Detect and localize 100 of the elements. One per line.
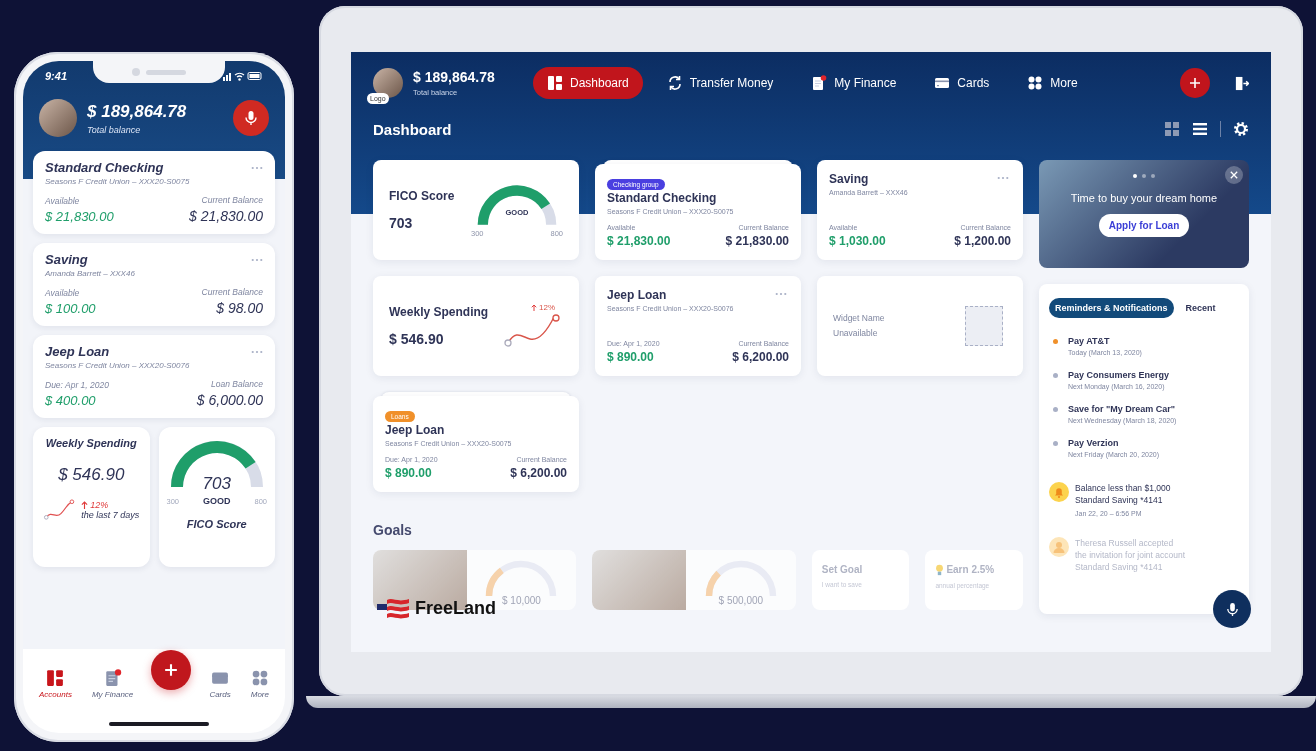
promo-banner[interactable]: Time to buy your dream home Apply for Loan [1039,160,1249,268]
account-card[interactable]: Standard Checking Seasons F Credit Union – XXX20-S0075 Available $ 21,830.00 Current Balance $ 21,830.00 [33,151,275,234]
more-dots-icon[interactable] [997,176,1009,180]
bell-icon [1049,482,1069,502]
list-view-icon[interactable] [1192,121,1208,137]
fico-score: 703 [389,215,414,231]
balance-label: Current Balance [201,287,263,297]
account-card[interactable]: Saving Amanda Barrett – XXX46 Available $ 100.00 Current Balance $ 98.00 [33,243,275,326]
total-balance-label: Total balance [87,124,142,135]
close-button[interactable] [1225,166,1243,184]
more-dots-icon[interactable] [251,165,263,170]
balance-amount: $ 6,200.00 [732,349,789,364]
section-title: Goals [373,521,413,538]
balance-label: Current Balance [200,195,263,205]
available-label: Available [45,288,81,298]
balance-amount: $ 6,000.00 [196,392,263,408]
reminder-title[interactable]: Pay Consumers Energy [1068,370,1170,380]
available-amount: $ 21,830.00 [607,234,671,248]
balance-amount: $ 6,200.00 [510,465,567,480]
goal-amount: $ 10,000 [502,594,541,606]
reminder-title[interactable]: Pay AT&T [1068,336,1142,346]
carousel-dot[interactable] [1151,174,1155,178]
spending-amount: $ 546.90 [58,465,125,485]
available-label: Available [45,196,81,206]
account-subtitle: Seasons F Credit Union – XXX20-S0076 [45,361,191,370]
card-icon [211,669,230,687]
grid-view-icon[interactable] [1164,121,1180,137]
panel-tab[interactable]: Recent [1179,298,1222,318]
page-title: Dashboard [373,120,452,138]
nav-tab[interactable]: Accounts [37,667,74,701]
microphone-button[interactable] [1213,590,1251,628]
carousel-dot[interactable] [1133,174,1137,178]
available-label: Due: Apr 1, 2020 [45,380,109,390]
nav-tab[interactable]: Cards [207,667,233,701]
change-percent: 12% [539,303,555,313]
panel-tab[interactable]: Reminders & Notifications [1049,298,1174,318]
nav-tab[interactable]: My Finance [89,667,136,701]
avatar-photo[interactable] [373,68,403,98]
microphone-button[interactable] [233,100,269,136]
close-icon [1230,171,1238,179]
flag-logo-icon [377,596,411,620]
available-amount: $ 890.00 [607,349,655,364]
card-title: Weekly Spending [45,437,137,449]
microphone-icon [243,110,259,126]
settings-icon[interactable] [1233,121,1249,137]
nav-tab[interactable]: Cards [920,67,1004,99]
card-title: FICO Score [186,518,247,530]
reminder-title[interactable]: Save for "My Dream Car" [1068,404,1177,414]
notification-text: Theresa Russell accepted [1075,536,1175,549]
account-subtitle: Seasons F Credit Union – XXX20-S0075 [45,177,191,186]
grid-icon [46,669,65,687]
widget-status: Unavailable [833,326,879,340]
change-percent: 12% [90,500,109,510]
notification-text: the invitation for joint account [1075,548,1186,562]
goal-amount: $ 500,000 [718,594,764,606]
add-button[interactable] [151,650,192,690]
account-subtitle: Amanda Barrett – XXX46 [45,269,136,278]
available-amount: $ 1,030.00 [829,234,886,248]
plus-icon [164,663,179,677]
widget-name: Widget Name [833,312,885,326]
weekly-spending-card[interactable]: Weekly Spending $ 546.90 12% the last 7 days [33,427,150,567]
reminder-title[interactable]: Pay Verzion [1068,438,1160,448]
account-name: Standard Checking [607,191,718,205]
placeholder-box [965,305,1003,346]
account-name: Saving [829,172,870,186]
nav-tab[interactable]: Dashboard [533,67,643,99]
notification-text: Balance less than $1,000 [1075,482,1171,495]
nav-tab[interactable]: Transfer Money [652,67,788,99]
logout-icon[interactable] [1234,75,1249,91]
score-rating: GOOD [203,496,231,506]
status-time: 9:41 [45,70,68,82]
account-name: Saving [45,252,88,267]
available-amount: $ 400.00 [45,393,97,408]
more-dots-icon[interactable] [775,291,787,296]
total-balance: $ 189,864.78 [413,69,496,85]
nav-tab[interactable]: My Finance [797,67,911,99]
balance-label: Loan Balance [210,379,263,389]
notification-text: Standard Saving *4141 [1075,561,1164,574]
weekly-spending-card[interactable]: Weekly Spending $ 546.90 12% [373,275,579,376]
nav-tab[interactable]: More [248,667,271,701]
add-button[interactable] [1180,68,1210,98]
four-dots-icon [1027,75,1044,91]
nav-tab[interactable]: More [1013,67,1092,99]
trend-line-drawing [503,312,563,349]
apply-button[interactable]: Apply for Loan [1098,214,1190,237]
promo-text: Time to buy your dream home [1070,192,1218,204]
more-dots-icon[interactable] [251,257,263,262]
lightbulb-icon [935,563,945,576]
period-text: the last 7 days [81,510,140,520]
account-name: Jeep Loan [385,422,446,437]
carousel-dot[interactable] [1142,174,1146,178]
account-card[interactable]: Jeep Loan Seasons F Credit Union – XXX20-S0076 Due: Apr 1, 2020 $ 400.00 Loan Balance $ 6,000.00 [33,335,275,418]
plus-icon [1189,77,1201,89]
card-title: FICO Score [389,189,455,203]
document-icon [811,75,828,91]
goal-title: Earn 2.5% [946,564,995,576]
goal-title: Set Goal [821,563,864,575]
person-icon [1049,536,1069,557]
account-name: Jeep Loan [607,287,668,302]
more-dots-icon[interactable] [251,349,263,354]
